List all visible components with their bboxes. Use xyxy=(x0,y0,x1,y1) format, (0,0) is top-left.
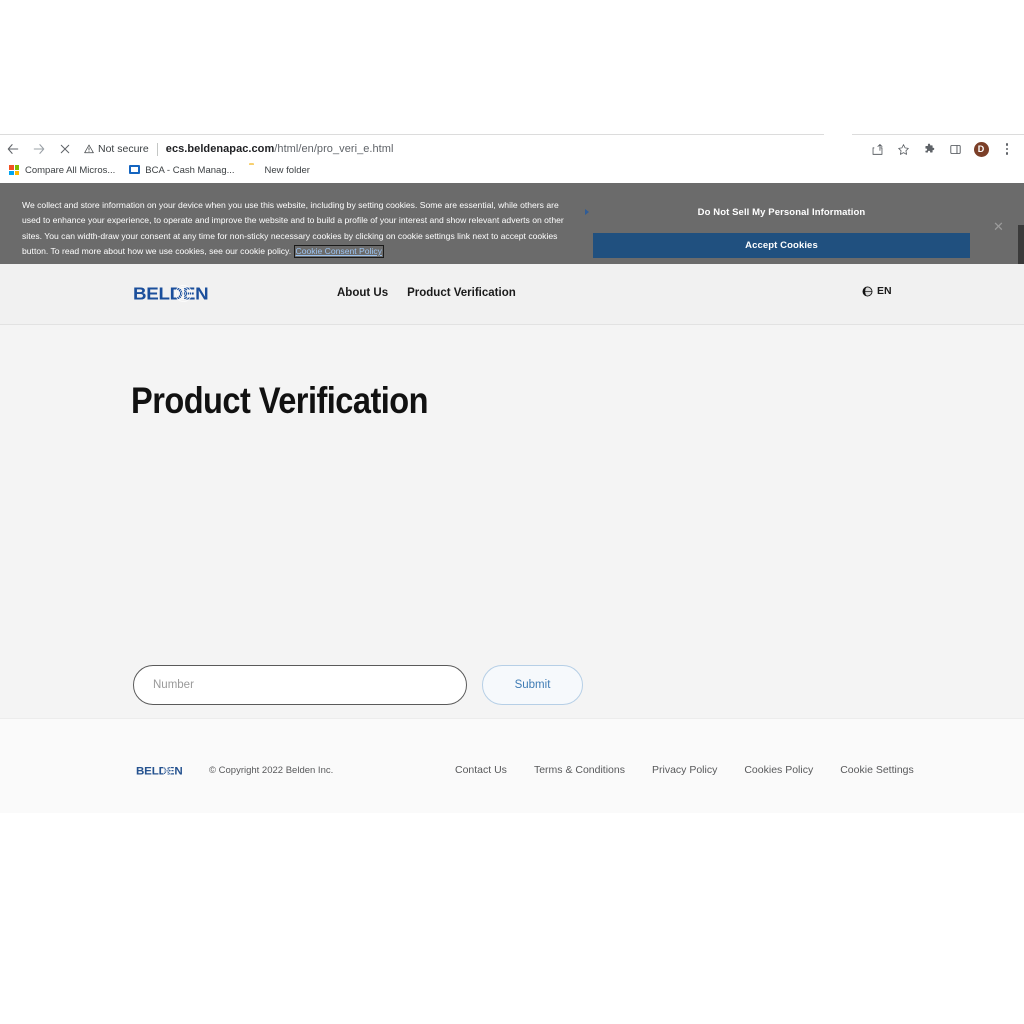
bca-icon xyxy=(129,165,141,176)
footer-link-privacy-policy[interactable]: Privacy Policy xyxy=(652,764,717,776)
profile-avatar-icon[interactable]: D xyxy=(968,136,994,162)
security-status[interactable]: Not secure xyxy=(84,143,149,155)
tab-strip xyxy=(0,112,1024,136)
footer-link-terms-conditions[interactable]: Terms & Conditions xyxy=(534,764,625,776)
folder-icon xyxy=(249,165,260,176)
accept-cookies-button[interactable]: Accept Cookies xyxy=(593,233,970,258)
svg-text:BELDEN: BELDEN xyxy=(133,283,208,303)
url-text[interactable]: ecs.beldenapac.com/html/en/pro_veri_e.ht… xyxy=(166,143,394,155)
bookmark-item[interactable]: New folder xyxy=(249,165,310,176)
bookmark-label: New folder xyxy=(264,165,310,176)
footer-link-contact-us[interactable]: Contact Us xyxy=(455,764,507,776)
do-not-sell-link[interactable]: Do Not Sell My Personal Information xyxy=(593,207,970,218)
back-icon[interactable] xyxy=(0,136,26,162)
toolbar-right-icons: D xyxy=(864,136,1024,162)
bookmark-star-icon[interactable] xyxy=(890,136,916,162)
warning-triangle-icon xyxy=(84,144,94,154)
bookmarks-bar: Compare All Micros... BCA - Cash Manag..… xyxy=(0,162,1024,179)
svg-text:BELDEN: BELDEN xyxy=(136,766,183,778)
bookmark-item[interactable]: Compare All Micros... xyxy=(9,165,115,176)
globe-icon xyxy=(862,286,873,296)
page-viewport: We collect and store information on your… xyxy=(0,179,1024,813)
stop-loading-icon[interactable] xyxy=(52,136,78,162)
url-host: ecs.beldenapac.com xyxy=(165,143,275,155)
bookmark-label: BCA - Cash Manag... xyxy=(145,165,235,176)
tab-strip-divider xyxy=(0,134,824,135)
main-content: Product Verification Submit if you have … xyxy=(0,325,1024,718)
banner-arrow-icon xyxy=(585,209,589,215)
number-input[interactable] xyxy=(133,665,467,705)
cookie-consent-policy-link[interactable]: Cookie Consent Policy xyxy=(293,245,384,259)
forward-icon[interactable] xyxy=(26,136,52,162)
avatar-initial: D xyxy=(973,141,989,157)
microsoft-icon xyxy=(9,165,20,176)
bookmark-item[interactable]: BCA - Cash Manag... xyxy=(129,165,235,176)
address-bar[interactable]: Not secure ecs.beldenapac.com/html/en/pr… xyxy=(84,138,864,160)
footer-link-cookies-policy[interactable]: Cookies Policy xyxy=(744,764,813,776)
site-footer: BELDEN © Copyright 2022 Belden Inc. Cont… xyxy=(0,718,1024,813)
close-icon[interactable]: ✕ xyxy=(993,220,1004,233)
bookmark-label: Compare All Micros... xyxy=(25,165,116,176)
kebab-menu-icon[interactable] xyxy=(994,136,1020,162)
copyright-text: © Copyright 2022 Belden Inc. xyxy=(209,765,334,776)
belden-logo[interactable]: BELDEN xyxy=(133,283,227,305)
submit-button[interactable]: Submit xyxy=(482,665,583,705)
url-path: /html/en/pro_veri_e.html xyxy=(274,143,394,155)
footer-belden-logo[interactable]: BELDEN xyxy=(136,764,194,778)
tab-strip-divider-right xyxy=(852,134,1024,135)
share-icon[interactable] xyxy=(864,136,890,162)
footer-links: Contact Us Terms & Conditions Privacy Po… xyxy=(455,764,914,776)
nav-link-about-us[interactable]: About Us xyxy=(337,287,388,299)
language-label: EN xyxy=(877,285,892,297)
browser-toolbar: Not secure ecs.beldenapac.com/html/en/pr… xyxy=(0,136,1024,162)
browser-window: Not secure ecs.beldenapac.com/html/en/pr… xyxy=(0,0,1024,1024)
extensions-puzzle-icon[interactable] xyxy=(916,136,942,162)
cookie-consent-banner: We collect and store information on your… xyxy=(0,183,1024,264)
security-label: Not secure xyxy=(98,143,149,155)
nav-link-product-verification[interactable]: Product Verification xyxy=(407,287,516,299)
site-header: BELDEN About Us Product Verification EN xyxy=(0,264,1024,325)
main-navigation: About Us Product Verification xyxy=(337,287,516,299)
page-title: Product Verification xyxy=(131,380,429,421)
side-panel-icon[interactable] xyxy=(942,136,968,162)
cookie-banner-text: We collect and store information on your… xyxy=(22,198,567,260)
omnibox-divider xyxy=(156,142,158,156)
banner-scrollbar[interactable] xyxy=(1018,225,1024,264)
language-selector[interactable]: EN xyxy=(862,285,892,297)
footer-link-cookie-settings[interactable]: Cookie Settings xyxy=(840,764,914,776)
